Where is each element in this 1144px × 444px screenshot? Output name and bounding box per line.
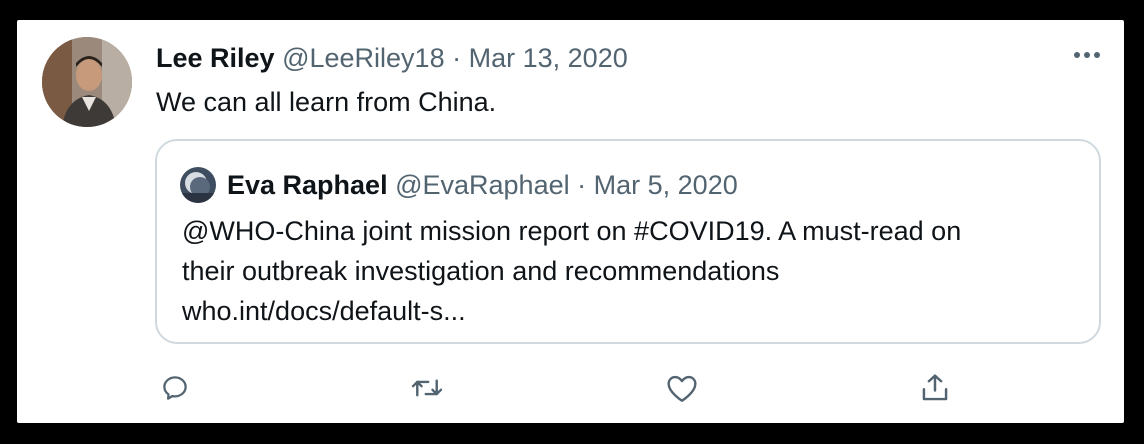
author-avatar[interactable] xyxy=(42,37,132,127)
tweet-card[interactable]: Lee Riley @LeeRiley18 · Mar 13, 2020 We … xyxy=(17,20,1124,423)
author-name[interactable]: Lee Riley xyxy=(156,43,275,73)
quoted-text: @WHO-China joint mission report on #COVI… xyxy=(182,211,1082,331)
user-photo-icon xyxy=(42,37,132,127)
tweet-header: Lee Riley @LeeRiley18 · Mar 13, 2020 xyxy=(156,42,628,74)
reply-icon xyxy=(163,376,187,400)
share-button[interactable] xyxy=(915,368,955,408)
more-horizontal-icon xyxy=(1074,52,1100,58)
quoted-text-line: their outbreak investigation and recomme… xyxy=(182,256,780,286)
quoted-link[interactable]: who.int/docs/default-s... xyxy=(182,291,1082,331)
quoted-author-name[interactable]: Eva Raphael xyxy=(227,170,388,200)
quoted-author-handle[interactable]: @EvaRaphael xyxy=(395,170,570,200)
quoted-date[interactable]: Mar 5, 2020 xyxy=(594,170,738,200)
quoted-text-line: @WHO-China joint mission report on #COVI… xyxy=(182,216,962,246)
tweet-text: We can all learn from China. xyxy=(156,87,497,117)
action-bar xyxy=(17,368,1124,408)
like-heart-icon xyxy=(667,375,697,402)
header-separator: · xyxy=(452,43,462,73)
like-button[interactable] xyxy=(662,368,702,408)
quoted-header: Eva Raphael @EvaRaphael · Mar 5, 2020 xyxy=(227,169,738,201)
quoted-tweet[interactable]: Eva Raphael @EvaRaphael · Mar 5, 2020 @W… xyxy=(155,139,1101,344)
retweet-button[interactable] xyxy=(407,368,447,408)
quoted-author-avatar[interactable] xyxy=(180,167,216,203)
reply-button[interactable] xyxy=(155,368,195,408)
user-photo-icon xyxy=(180,167,216,203)
share-icon xyxy=(922,374,948,401)
author-handle[interactable]: @LeeRiley18 xyxy=(282,43,445,73)
tweet-date[interactable]: Mar 13, 2020 xyxy=(469,43,628,73)
retweet-icon xyxy=(411,379,443,397)
quoted-header-separator: · xyxy=(577,170,587,200)
more-options-button[interactable] xyxy=(1069,38,1105,72)
